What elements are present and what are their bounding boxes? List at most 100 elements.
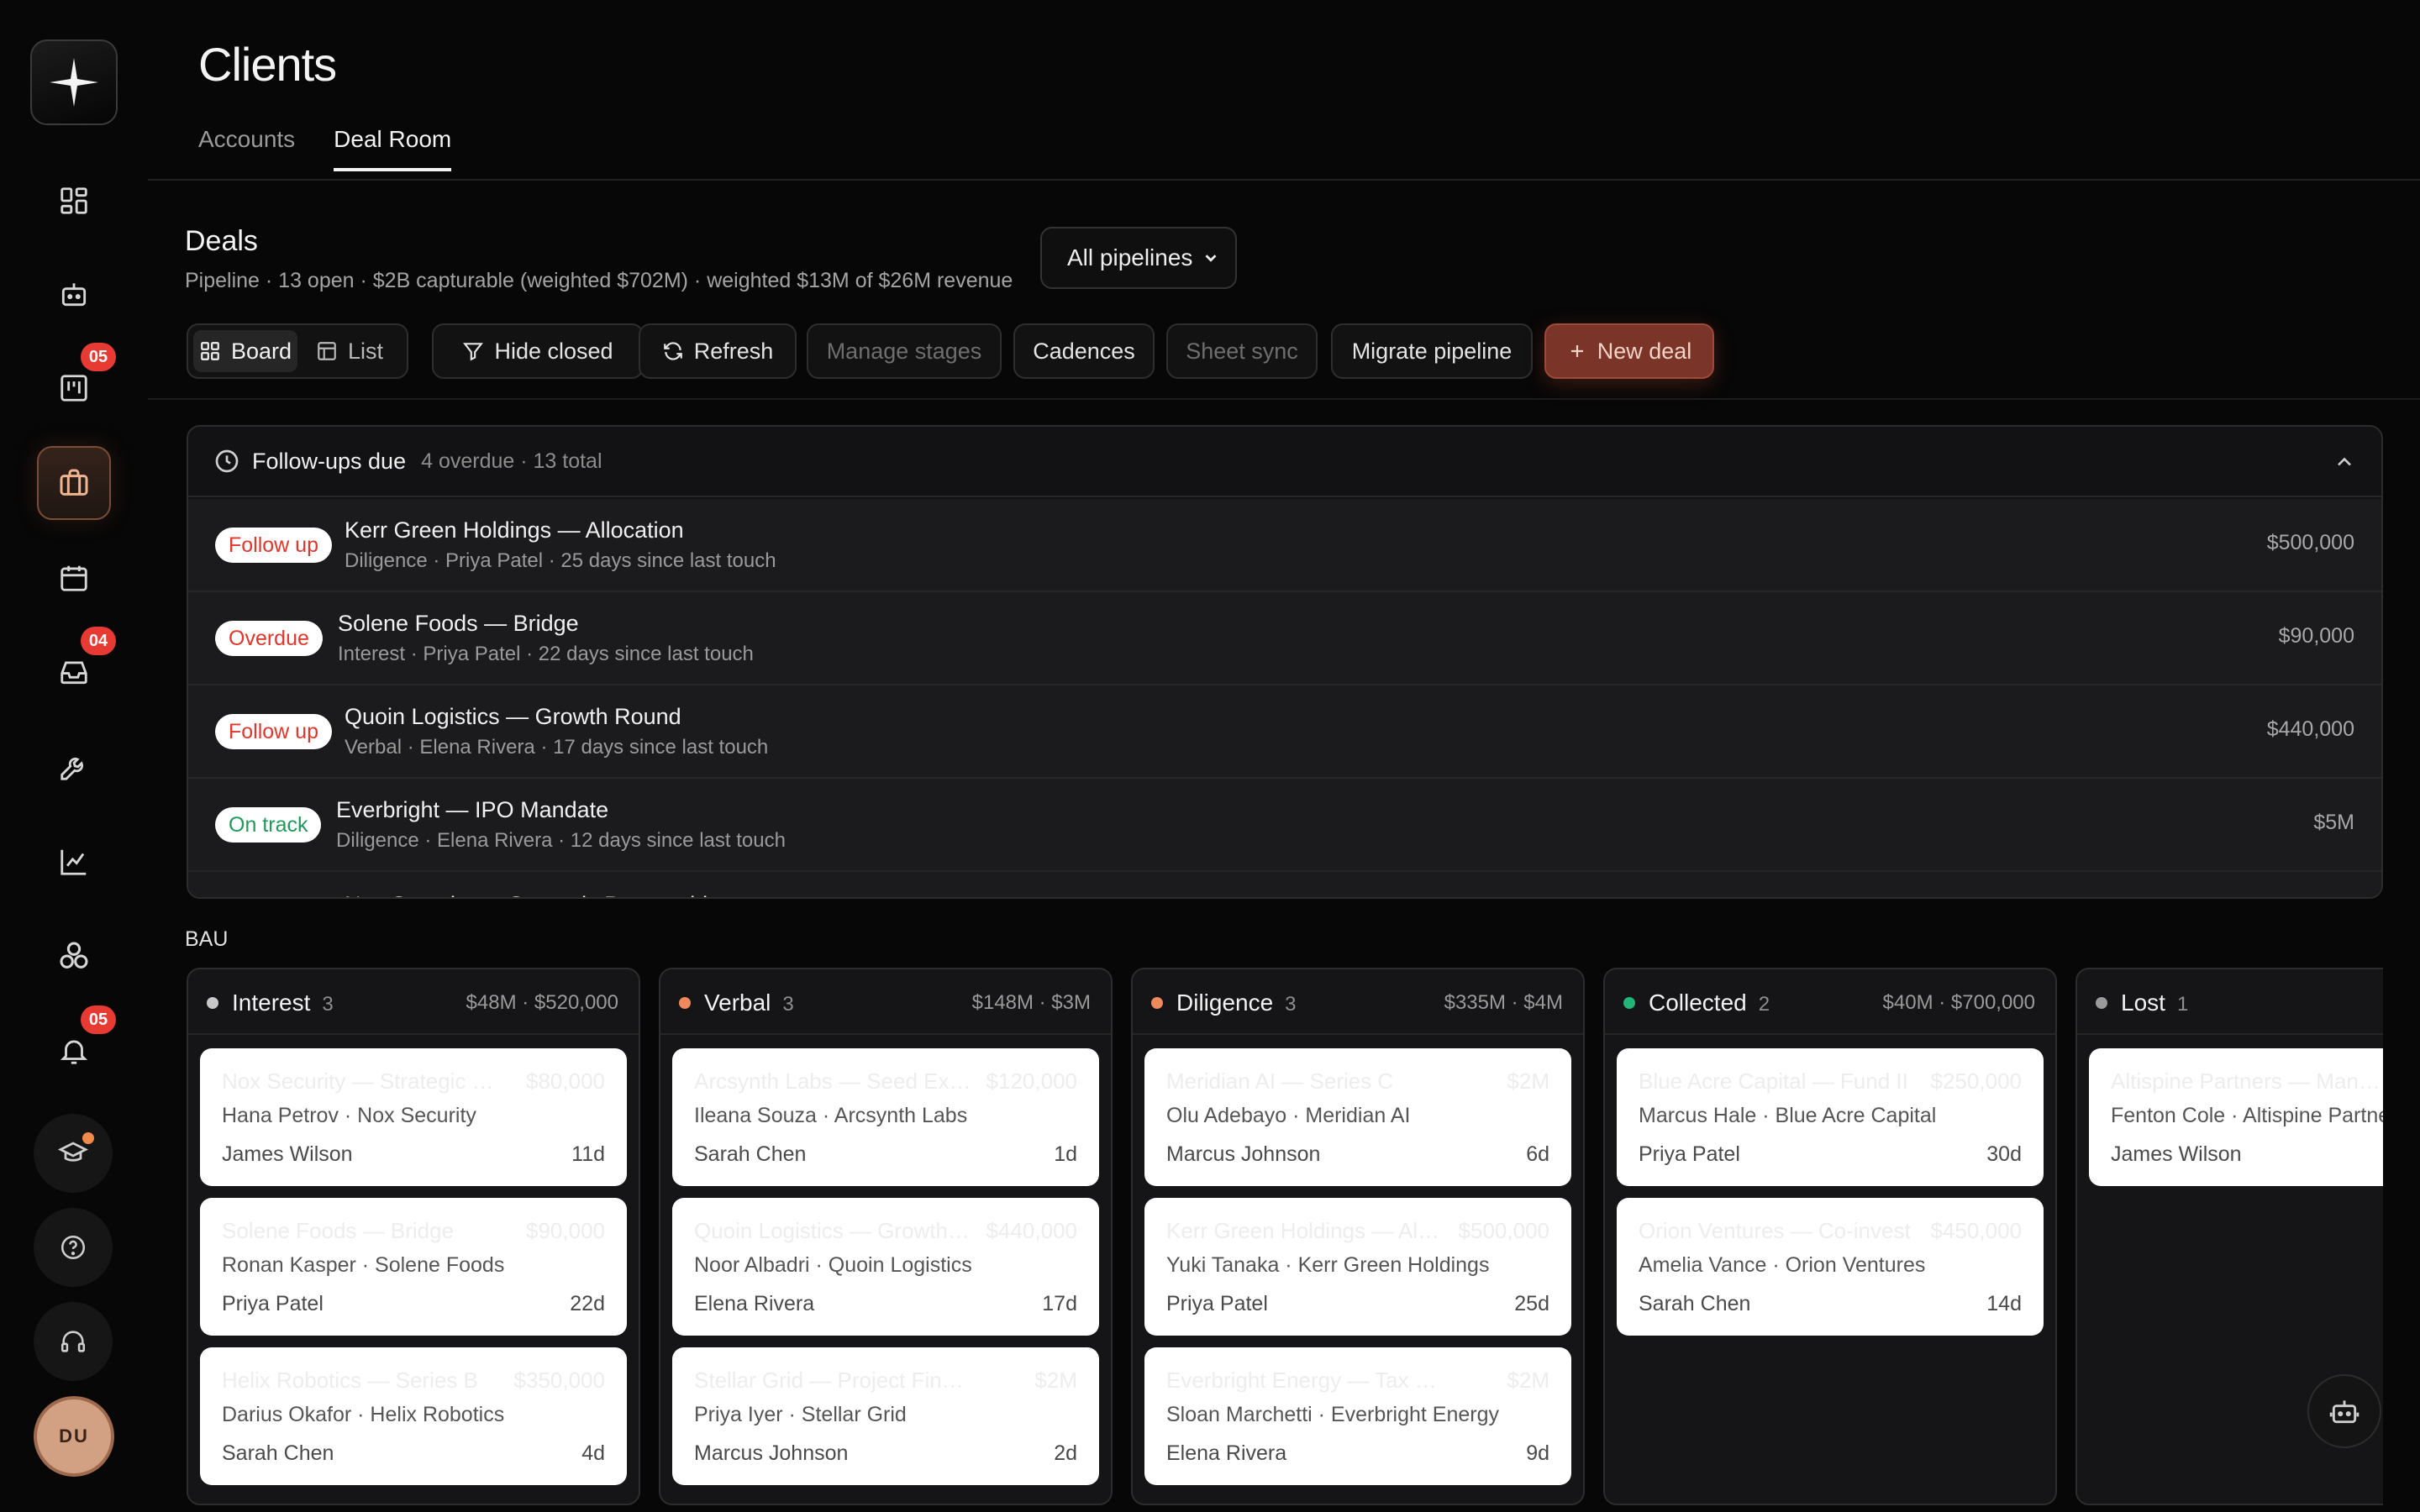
nav-dashboard[interactable] xyxy=(37,164,111,238)
bell-icon xyxy=(60,1040,88,1064)
cadences-button[interactable]: Cadences xyxy=(1013,323,1155,379)
nav-integrations[interactable] xyxy=(37,919,111,993)
deal-card[interactable]: Helix Robotics — Series B $350,000 Darius … xyxy=(200,1347,627,1485)
hide-closed-button[interactable]: Hide closed xyxy=(432,323,644,379)
deal-card-amount: $2M xyxy=(1507,1368,1549,1393)
stage-dot xyxy=(1623,997,1635,1009)
deal-card-owner: Marcus Johnson xyxy=(1166,1142,1321,1166)
followup-row[interactable]: Nox Security — Strategic Partnership xyxy=(188,872,2381,897)
new-deal-button[interactable]: New deal xyxy=(1544,323,1714,379)
pipeline-select-value: All pipelines xyxy=(1067,244,1193,270)
refresh-icon xyxy=(663,342,682,360)
followups-header[interactable]: Follow-ups due 4 overdue · 13 total xyxy=(188,427,2381,497)
column-count: 3 xyxy=(1285,993,1297,1016)
bot-icon xyxy=(61,283,87,307)
deal-card-age: 6d xyxy=(1526,1142,1549,1166)
deal-card[interactable]: Blue Acre Capital — Fund II $250,000 Marcu… xyxy=(1617,1048,2044,1186)
deal-card[interactable]: Meridian AI — Series C $2M Olu Adebayo · M… xyxy=(1144,1048,1571,1186)
board-group-label: BAU xyxy=(185,927,229,951)
deal-card[interactable]: Everbright Energy — Tax Equity $2M Sloan M… xyxy=(1144,1347,1571,1485)
column-title: Diligence 3 xyxy=(1176,990,1297,1016)
followup-row[interactable]: On track Everbright — IPO Mandate Dilige… xyxy=(188,779,2381,872)
tab-accounts[interactable]: Accounts xyxy=(198,126,295,171)
column-totals: $335M · $4M xyxy=(1444,991,1563,1014)
board-view-button[interactable]: Board xyxy=(193,330,297,372)
deal-card[interactable]: Solene Foods — Bridge $90,000 Ronan Kasper… xyxy=(200,1198,627,1336)
column-title: Lost 1 xyxy=(2121,990,2188,1016)
followup-row[interactable]: Follow up Quoin Logistics — Growth Round… xyxy=(188,685,2381,779)
deal-card-title: Everbright Energy — Tax Equity xyxy=(1166,1368,1444,1393)
pipeline-select[interactable]: All pipelines xyxy=(1040,227,1237,289)
deal-card-amount: $500,000 xyxy=(1458,1218,1549,1243)
column-title: Interest 3 xyxy=(232,990,334,1016)
deal-card[interactable]: Stellar Grid — Project Finance $2M Priya I… xyxy=(672,1347,1099,1485)
deal-card-owner: Elena Rivera xyxy=(694,1292,815,1315)
support-button[interactable] xyxy=(34,1302,113,1381)
nav-clients[interactable] xyxy=(37,446,111,520)
learn-button[interactable] xyxy=(34,1114,113,1193)
list-icon xyxy=(318,342,336,360)
deal-card-owner: Elena Rivera xyxy=(1166,1441,1287,1465)
column-header: Verbal 3 $148M · $3M xyxy=(660,969,1111,1035)
sheet-sync-button[interactable]: Sheet sync xyxy=(1166,323,1318,379)
followup-deal-meta: Diligence · Elena Rivera · 12 days since… xyxy=(336,829,786,852)
deal-card[interactable]: Quoin Logistics — Growth Round $440,000 No… xyxy=(672,1198,1099,1336)
nav-calendar[interactable] xyxy=(37,541,111,615)
deal-card-age: 22d xyxy=(570,1292,605,1315)
deal-card-contact: Fenton Cole · Altispine Partners xyxy=(2111,1104,2383,1127)
followup-amount: $500,000 xyxy=(2266,531,2354,554)
stage-dot xyxy=(1151,997,1163,1009)
migrate-pipeline-button[interactable]: Migrate pipeline xyxy=(1331,323,1533,379)
help-circle-icon xyxy=(60,1235,86,1260)
chevron-up-icon[interactable] xyxy=(2333,450,2356,474)
tab-deal-room[interactable]: Deal Room xyxy=(334,126,452,171)
column-totals: $148M · $3M xyxy=(971,991,1091,1014)
deal-card-contact: Amelia Vance · Orion Ventures xyxy=(1639,1253,1926,1277)
deal-card[interactable]: Kerr Green Holdings — Allocation $500,000… xyxy=(1144,1198,1571,1336)
deal-card-age: 14d xyxy=(1986,1292,2022,1315)
hide-closed-label: Hide closed xyxy=(494,338,613,364)
kanban-icon xyxy=(60,375,87,402)
deal-card-title: Stellar Grid — Project Finance xyxy=(694,1368,971,1393)
deal-card-contact: Olu Adebayo · Meridian AI xyxy=(1166,1104,1411,1127)
refresh-button[interactable]: Refresh xyxy=(639,323,797,379)
nav-analytics[interactable] xyxy=(37,825,111,899)
followup-row[interactable]: Overdue Solene Foods — Bridge Interest ·… xyxy=(188,592,2381,685)
column-name: Verbal xyxy=(704,990,771,1016)
followup-deal-name: Nox Security — Strategic Partnership xyxy=(345,892,720,897)
status-pill: Follow up xyxy=(215,528,332,563)
deal-card-amount: $250,000 xyxy=(1930,1068,2022,1094)
assistant-button[interactable] xyxy=(2307,1374,2381,1448)
manage-stages-button[interactable]: Manage stages xyxy=(807,323,1002,379)
deals-title: Deals xyxy=(185,225,258,257)
nav-bot[interactable] xyxy=(37,257,111,331)
column-name: Lost xyxy=(2121,990,2165,1016)
followup-amount: $5M xyxy=(2313,811,2354,834)
deal-card[interactable]: Nox Security — Strategic Partnership $80,… xyxy=(200,1048,627,1186)
sheet-sync-label: Sheet sync xyxy=(1186,338,1298,364)
deal-card-title: Blue Acre Capital — Fund II xyxy=(1639,1068,1908,1094)
user-avatar[interactable]: DU xyxy=(34,1396,114,1477)
deal-card[interactable]: Altispine Partners — Mandate Fenton Cole … xyxy=(2089,1048,2383,1186)
view-toggle: Board List xyxy=(187,323,408,379)
list-view-button[interactable]: List xyxy=(297,330,402,372)
deal-card-owner: Priya Patel xyxy=(1639,1142,1740,1166)
app-logo[interactable] xyxy=(30,39,118,125)
nav-notifications[interactable]: 05 xyxy=(37,1005,116,1088)
deal-card[interactable]: Arcsynth Labs — Seed Extension $120,000 Il… xyxy=(672,1048,1099,1186)
nav-tools[interactable] xyxy=(37,730,111,804)
manage-stages-label: Manage stages xyxy=(826,338,982,364)
help-button[interactable] xyxy=(34,1208,113,1287)
deal-card[interactable]: Orion Ventures — Co-invest $450,000 Amelia… xyxy=(1617,1198,2044,1336)
deal-card-age: 2d xyxy=(1054,1441,1077,1465)
deal-card-title: Orion Ventures — Co-invest xyxy=(1639,1218,1911,1243)
deal-card-title: Altispine Partners — Mandate xyxy=(2111,1068,2383,1094)
nav-tasks[interactable]: 05 xyxy=(37,343,116,425)
deal-card-owner: James Wilson xyxy=(2111,1142,2242,1166)
board-column-interest: Interest 3 $48M · $520,000 Nox Security — S… xyxy=(187,968,640,1505)
nav-inbox[interactable]: 04 xyxy=(37,627,116,709)
board-column-diligence: Diligence 3 $335M · $4M Meridian AI — Serie… xyxy=(1131,968,1585,1505)
column-title: Collected 2 xyxy=(1649,990,1770,1016)
followup-row[interactable]: Follow up Kerr Green Holdings — Allocati… xyxy=(188,499,2381,592)
deal-card-owner: Priya Patel xyxy=(1166,1292,1268,1315)
